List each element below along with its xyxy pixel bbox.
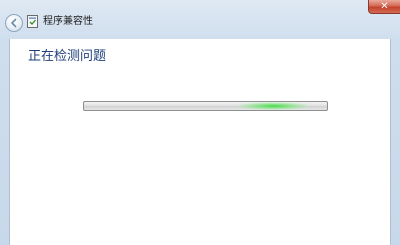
compatibility-troubleshooter-icon bbox=[27, 15, 38, 28]
progress-bar bbox=[83, 101, 328, 111]
progress-indicator bbox=[237, 102, 310, 110]
page-heading: 正在检测问题 bbox=[28, 49, 107, 64]
window-title: 程序兼容性 bbox=[43, 16, 93, 27]
dialog-window: 程序兼容性 ✕ 正在检测问题 bbox=[0, 0, 400, 245]
back-button[interactable] bbox=[5, 14, 23, 32]
title-bar: 程序兼容性 ✕ bbox=[0, 0, 400, 40]
back-arrow-icon bbox=[11, 18, 17, 28]
close-icon: ✕ bbox=[380, 1, 389, 12]
close-button[interactable]: ✕ bbox=[368, 0, 400, 14]
content-area: 正在检测问题 bbox=[9, 39, 391, 245]
